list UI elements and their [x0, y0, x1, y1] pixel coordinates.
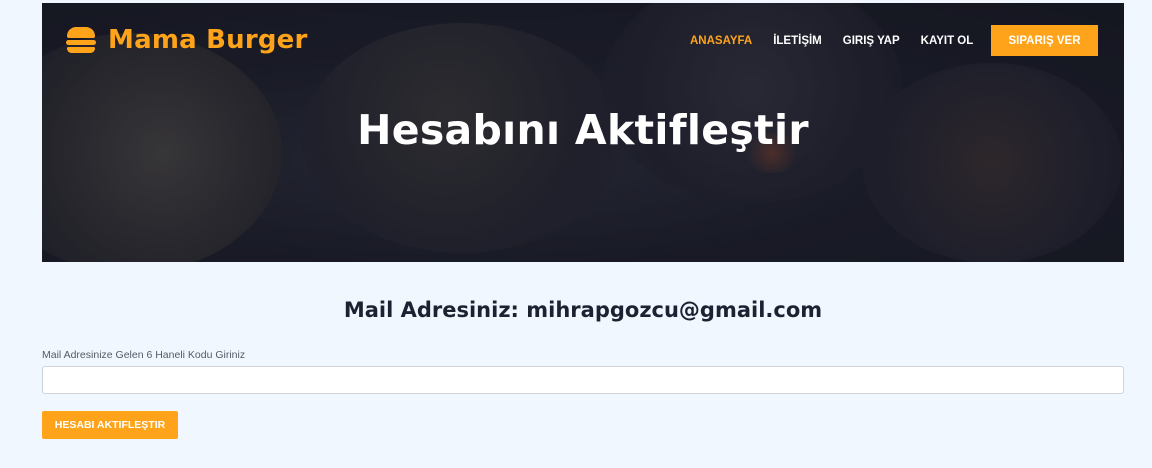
- brand-logo-link[interactable]: Mama Burger: [66, 23, 308, 57]
- code-field-label: Mail Adresinize Gelen 6 Haneli Kodu Giri…: [42, 349, 246, 361]
- activation-code-input[interactable]: [42, 366, 1124, 394]
- page-title: Hesabını Aktifleştir: [357, 106, 809, 154]
- activate-account-button[interactable]: HESABI AKTIFLEŞTIR: [42, 411, 178, 439]
- nav-link-register[interactable]: KAYIT OL: [921, 35, 974, 47]
- brand-name: Mama Burger: [108, 25, 308, 55]
- nav-link-home[interactable]: ANASAYFA: [690, 35, 752, 47]
- main-nav: ANASAYFA İLETİŞİM GIRIŞ YAP KAYIT OL: [690, 25, 994, 56]
- order-button[interactable]: SIPARIŞ VER: [991, 25, 1098, 56]
- nav-link-contact[interactable]: İLETİŞİM: [773, 35, 822, 47]
- nav-link-login[interactable]: GIRIŞ YAP: [843, 35, 900, 47]
- burger-icon: [66, 27, 96, 53]
- mail-address-heading: Mail Adresiniz: mihrapgozcu@gmail.com: [343, 298, 823, 322]
